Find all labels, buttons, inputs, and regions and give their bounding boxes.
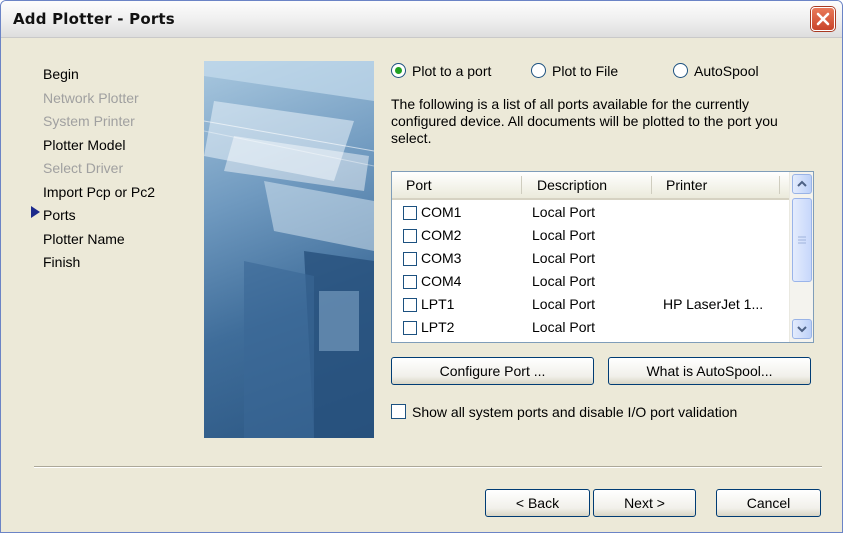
table-row[interactable]: COM3 Local Port xyxy=(392,248,788,271)
table-row[interactable]: COM4 Local Port xyxy=(392,271,788,294)
port-checkbox[interactable] xyxy=(403,252,417,266)
autospool-radio[interactable]: AutoSpool xyxy=(673,63,759,79)
window-title: Add Plotter - Ports xyxy=(13,10,175,28)
step-finish: Finish xyxy=(43,254,81,270)
wizard-steps: Begin Network Plotter System Printer Plo… xyxy=(43,63,155,275)
column-header-port[interactable]: Port xyxy=(406,177,432,193)
step-ports: Ports xyxy=(43,207,76,223)
port-printer: HP LaserJet 1... xyxy=(663,296,764,312)
scroll-down-button[interactable] xyxy=(792,319,812,339)
column-divider[interactable] xyxy=(521,176,522,194)
plot-to-port-label: Plot to a port xyxy=(412,63,492,79)
port-description: Local Port xyxy=(532,319,596,335)
port-name: COM1 xyxy=(421,204,462,220)
step-select-driver: Select Driver xyxy=(43,160,124,176)
port-description: Local Port xyxy=(532,227,596,243)
step-system-printer: System Printer xyxy=(43,113,135,129)
plot-to-file-label: Plot to File xyxy=(552,63,619,79)
ports-list-scrollbar[interactable] xyxy=(789,172,813,342)
column-header-printer[interactable]: Printer xyxy=(666,177,707,193)
port-checkbox[interactable] xyxy=(403,275,417,289)
plot-to-port-radio[interactable]: Plot to a port xyxy=(391,63,491,79)
plot-to-file-radio[interactable]: Plot to File xyxy=(531,63,618,79)
port-name: COM4 xyxy=(421,273,462,289)
port-checkbox[interactable] xyxy=(403,321,417,335)
ports-description: The following is a list of all ports ava… xyxy=(391,96,778,146)
autospool-label: AutoSpool xyxy=(694,63,759,79)
step-plotter-model: Plotter Model xyxy=(43,136,126,153)
scroll-up-button[interactable] xyxy=(792,174,812,194)
radio-icon xyxy=(531,63,546,78)
title-bar: Add Plotter - Ports xyxy=(1,1,842,38)
back-button[interactable]: < Back xyxy=(485,489,590,517)
cancel-button[interactable]: Cancel xyxy=(716,489,821,517)
ports-list[interactable]: Port Description Printer COM1 Local Port… xyxy=(391,171,814,343)
add-plotter-dialog: Add Plotter - Ports Begin Network Plotte… xyxy=(0,0,843,533)
table-row[interactable]: LPT1 Local Port HP LaserJet 1... xyxy=(392,294,788,317)
port-name: LPT1 xyxy=(421,296,455,312)
step-network-plotter: Network Plotter xyxy=(43,89,139,106)
radio-selected-icon xyxy=(391,63,406,78)
chevron-down-icon xyxy=(797,326,807,333)
port-checkbox[interactable] xyxy=(403,298,417,312)
checkbox-icon xyxy=(391,404,406,419)
show-all-ports-label: Show all system ports and disable I/O po… xyxy=(412,404,738,420)
grip-icon xyxy=(798,236,806,244)
chevron-up-icon xyxy=(797,180,807,187)
port-name: LPT2 xyxy=(421,319,455,335)
port-name: COM3 xyxy=(421,250,462,266)
column-divider[interactable] xyxy=(779,176,780,194)
step-begin: Begin xyxy=(43,66,79,82)
plotter-illustration xyxy=(204,61,374,438)
port-checkbox[interactable] xyxy=(403,206,417,220)
column-divider[interactable] xyxy=(651,176,652,194)
configure-port-button[interactable]: Configure Port ... xyxy=(391,357,594,385)
step-import-pcp: Import Pcp or Pc2 xyxy=(43,183,156,200)
table-row[interactable]: COM1 Local Port xyxy=(392,202,788,225)
close-icon xyxy=(816,12,830,26)
what-is-autospool-button[interactable]: What is AutoSpool... xyxy=(608,357,811,385)
ports-list-header: Port Description Printer xyxy=(392,172,790,200)
scroll-thumb[interactable] xyxy=(792,198,812,282)
show-all-ports-checkbox[interactable]: Show all system ports and disable I/O po… xyxy=(391,404,737,420)
column-header-description[interactable]: Description xyxy=(537,177,607,193)
table-row[interactable]: COM2 Local Port xyxy=(392,225,788,248)
port-description: Local Port xyxy=(532,204,596,220)
port-description: Local Port xyxy=(532,273,596,289)
port-description: Local Port xyxy=(532,250,596,266)
table-row[interactable]: LPT2 Local Port xyxy=(392,317,788,340)
next-button[interactable]: Next > xyxy=(593,489,696,517)
port-checkbox[interactable] xyxy=(403,229,417,243)
current-step-arrow-icon xyxy=(31,206,40,218)
port-description: Local Port xyxy=(532,296,596,312)
plotter-image xyxy=(204,61,374,438)
radio-icon xyxy=(673,63,688,78)
footer-divider xyxy=(34,466,822,468)
step-plotter-name: Plotter Name xyxy=(43,230,125,247)
close-button[interactable] xyxy=(811,7,835,31)
port-name: COM2 xyxy=(421,227,462,243)
